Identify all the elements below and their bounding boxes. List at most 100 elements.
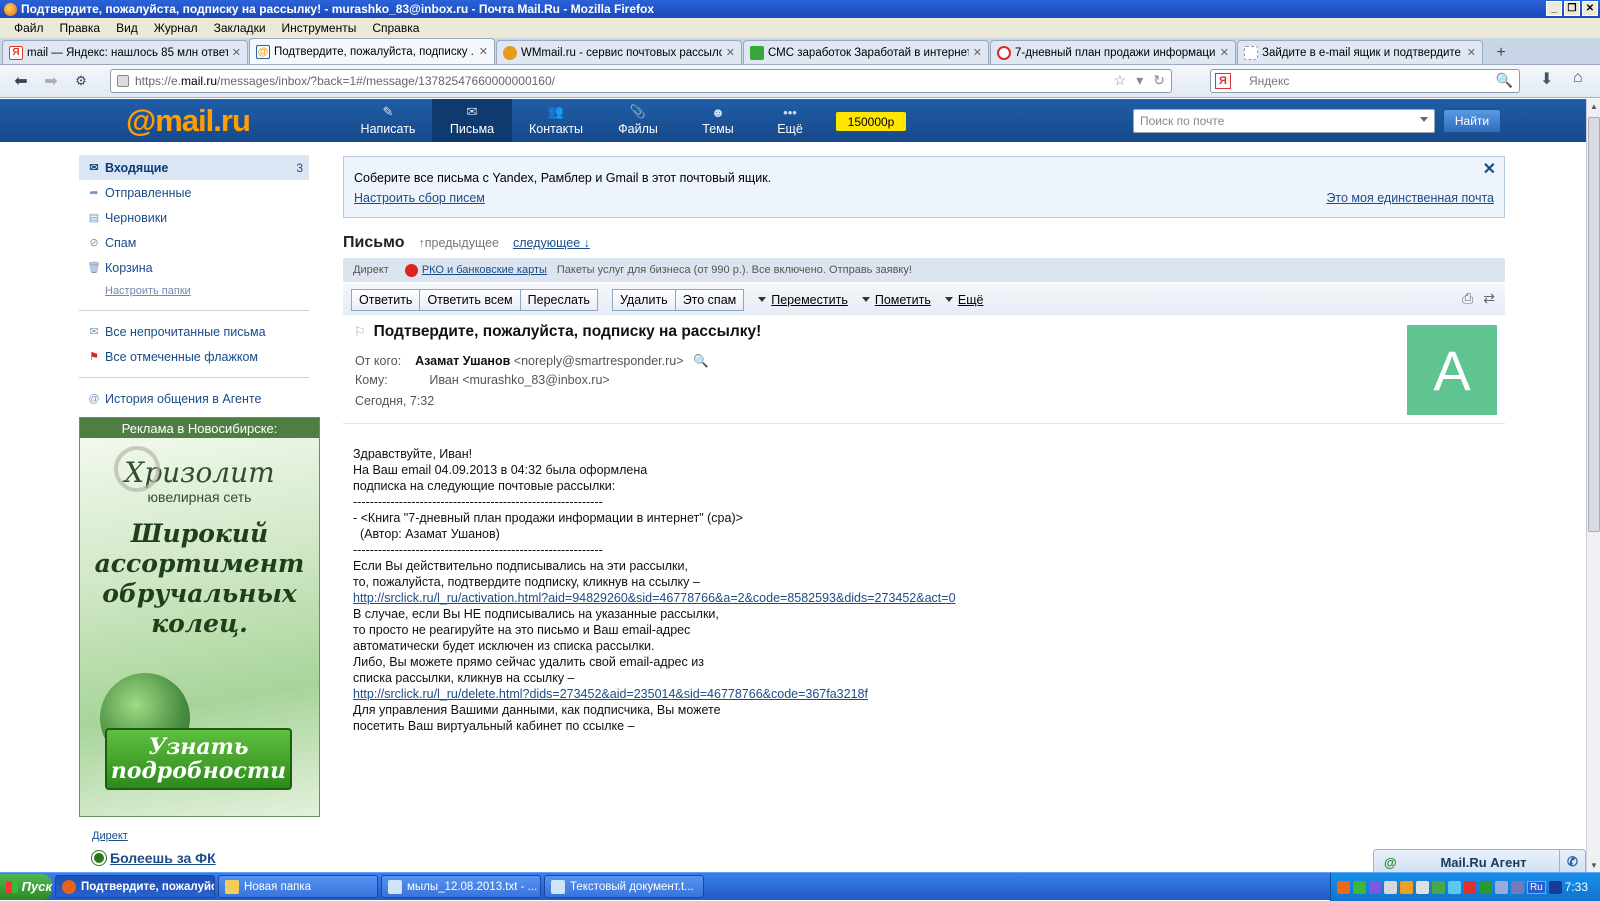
ad-details-button[interactable]: Узнать подробности [105, 728, 292, 790]
menu-tools[interactable]: Инструменты [274, 21, 365, 35]
spam-button[interactable]: Это спам [675, 288, 745, 311]
find-button[interactable]: Найти [1443, 109, 1501, 133]
direkt-link[interactable]: РКО и банковские карты [422, 264, 547, 276]
tray-app-icon[interactable] [1416, 880, 1429, 894]
bookmark-star-icon[interactable]: ☆ [1114, 72, 1127, 89]
forward-button[interactable]: Переслать [520, 288, 598, 311]
chevron-down-icon[interactable] [1420, 117, 1428, 122]
tray-app-icon[interactable] [1400, 880, 1414, 894]
delete-button[interactable]: Удалить [611, 288, 676, 311]
folders-settings-link[interactable]: Настроить папки [79, 280, 309, 302]
browser-search-input[interactable]: Я Яндекс 🔍 [1210, 69, 1520, 93]
browser-tab[interactable]: Зайдите в e-mail ящик и подтвердите ... … [1237, 40, 1483, 64]
nav-files[interactable]: 📎 Файлы [606, 99, 670, 142]
tray-app-icon[interactable] [1479, 880, 1493, 894]
download-icon[interactable]: ⬇ [1540, 69, 1553, 89]
tab-close-icon[interactable]: ✕ [973, 46, 982, 59]
tab-close-icon[interactable]: ✕ [1467, 46, 1476, 59]
menu-help[interactable]: Справка [364, 21, 427, 35]
language-indicator[interactable]: Ru [1526, 880, 1546, 894]
sidebar-item-agent-history[interactable]: @ История общения в Агенте [79, 386, 309, 411]
close-icon[interactable]: ✕ [1483, 159, 1496, 179]
tray-app-icon[interactable] [1337, 880, 1350, 894]
sidebar-item-inbox[interactable]: ✉ Входящие 3 [79, 155, 309, 180]
scroll-down-icon[interactable]: ▼ [1587, 858, 1600, 872]
nav-themes[interactable]: ☻ Темы [688, 99, 748, 142]
menu-view[interactable]: Вид [108, 21, 146, 35]
clock[interactable]: 7:33 [1565, 880, 1588, 894]
scroll-thumb[interactable] [1588, 117, 1600, 532]
setup-collect-link[interactable]: Настроить сбор писем [354, 191, 485, 205]
more-dropdown[interactable]: Ещё [945, 293, 984, 307]
back-arrow-icon[interactable]: ⬅ [6, 68, 36, 94]
tray-app-icon[interactable] [1352, 880, 1366, 894]
tray-app-icon[interactable] [1447, 880, 1461, 894]
direkt-ad-link[interactable]: Болеешь за ФК [91, 850, 216, 866]
from-name[interactable]: Азамат Ушанов [415, 354, 510, 368]
nav-more[interactable]: ••• Ещё [764, 99, 816, 142]
dropdown-icon[interactable]: ▾ [1136, 72, 1143, 89]
translate-icon[interactable]: ⇄ [1483, 290, 1495, 307]
flag-icon[interactable]: ⚐ [354, 324, 366, 340]
tab-close-icon[interactable]: ✕ [726, 46, 735, 59]
print-icon[interactable]: ⎙ [1462, 290, 1473, 307]
browser-tab[interactable]: WMmail.ru - сервис почтовых рассылок... … [496, 40, 742, 64]
scroll-up-icon[interactable]: ▲ [1587, 99, 1600, 113]
browser-tab[interactable]: 7-дневный план продажи информации ... ✕ [990, 40, 1236, 64]
move-dropdown[interactable]: Переместить [758, 293, 848, 307]
taskbar-item[interactable]: Текстовый документ.t... [544, 875, 704, 898]
promo-badge[interactable]: 150000р [836, 112, 906, 131]
new-tab-button[interactable]: + [1488, 42, 1514, 64]
tab-close-icon[interactable]: ✕ [232, 46, 241, 59]
delete-subscription-link[interactable]: http://srclick.ru/l_ru/delete.html?dids=… [353, 686, 1453, 702]
sidebar-item-trash[interactable]: 🗑 Корзина [79, 255, 309, 280]
tray-app-icon[interactable] [1548, 880, 1562, 894]
url-bar[interactable]: https://e. mail.ru/messages/inbox/?back=1… [110, 69, 1172, 93]
tray-app-icon[interactable] [1511, 880, 1524, 894]
close-window-button[interactable]: ✕ [1582, 1, 1598, 16]
browser-tab[interactable]: Я mail — Яндекс: нашлось 85 млн ответов … [2, 40, 248, 64]
tray-app-icon[interactable] [1495, 880, 1509, 894]
sidebar-item-drafts[interactable]: ▤ Черновики [79, 205, 309, 230]
tray-app-icon[interactable] [1384, 880, 1398, 894]
sidebar-ad[interactable]: Реклама в Новосибирске: Хризолит ювелирн… [79, 417, 320, 817]
menu-bookmarks[interactable]: Закладки [206, 21, 274, 35]
activation-link[interactable]: http://srclick.ru/l_ru/activation.html?a… [353, 590, 1453, 606]
menu-edit[interactable]: Правка [52, 21, 109, 35]
mailru-logo[interactable]: @mail.ru [126, 103, 251, 139]
taskbar-item[interactable]: Подтвердите, пожалуйста, ... [55, 875, 215, 898]
nav-compose[interactable]: ✎ Написать [350, 99, 426, 142]
search-icon[interactable]: 🔍 [1496, 72, 1513, 89]
mark-dropdown[interactable]: Пометить [862, 293, 931, 307]
forward-arrow-icon[interactable]: ➡ [36, 68, 66, 94]
mailru-agent-bar[interactable]: @ Mail.Ru Агент ✆ [1373, 849, 1586, 875]
nav-letters[interactable]: ✉ Письма [432, 99, 512, 142]
tab-close-icon[interactable]: ✕ [479, 45, 488, 58]
mail-search-input[interactable]: Поиск по почте [1133, 109, 1435, 133]
nav-contacts[interactable]: 👥 Контакты [518, 99, 594, 142]
phone-icon[interactable]: ✆ [1559, 849, 1585, 875]
direkt-label[interactable]: Директ [92, 830, 128, 842]
minimize-button[interactable]: _ [1546, 1, 1562, 16]
sidebar-item-sent[interactable]: ➦ Отправленные [79, 180, 309, 205]
reply-all-button[interactable]: Ответить всем [420, 288, 521, 311]
menu-history[interactable]: Журнал [146, 21, 206, 35]
menu-file[interactable]: Файл [6, 21, 52, 35]
tray-app-icon[interactable] [1368, 880, 1382, 894]
only-mail-link[interactable]: Это моя единственная почта [1326, 191, 1494, 205]
tray-app-icon[interactable] [1431, 880, 1445, 894]
taskbar-item[interactable]: мылы_12.08.2013.txt - ... [381, 875, 541, 898]
site-identity-icon[interactable]: ⚙ [66, 68, 96, 94]
search-icon[interactable]: 🔍 [693, 354, 709, 368]
sidebar-item-unread[interactable]: ✉ Все непрочитанные письма [79, 319, 309, 344]
sidebar-item-flagged[interactable]: ⚑ Все отмеченные флажком [79, 344, 309, 369]
browser-tab-active[interactable]: @ Подтвердите, пожалуйста, подписку ... … [249, 38, 495, 64]
start-button[interactable]: Пуск [0, 873, 52, 900]
reply-button[interactable]: Ответить [351, 288, 421, 311]
tab-close-icon[interactable]: ✕ [1220, 46, 1229, 59]
sidebar-item-spam[interactable]: ⊘ Спам [79, 230, 309, 255]
taskbar-item[interactable]: Новая папка [218, 875, 378, 898]
restore-button[interactable]: ❐ [1564, 1, 1580, 16]
next-letter-link[interactable]: следующее ↓ [513, 236, 590, 250]
page-scrollbar[interactable]: ▲ ▼ [1586, 99, 1600, 872]
